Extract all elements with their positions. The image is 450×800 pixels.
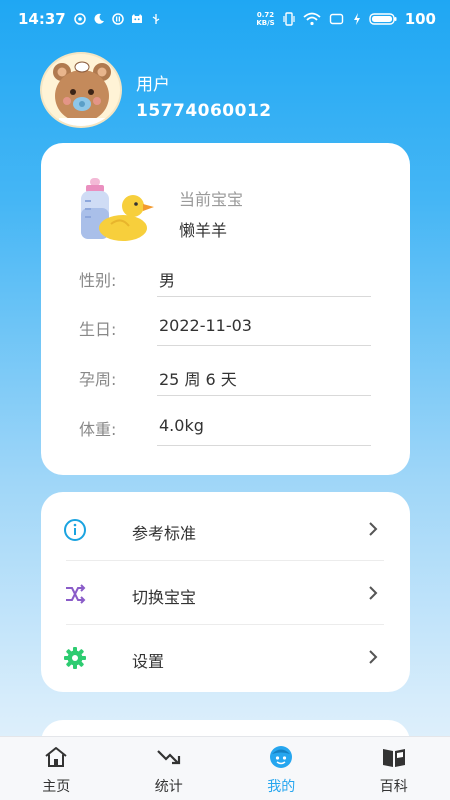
menu-item-settings[interactable]: 设置: [41, 625, 410, 689]
weight-row: 体重: 4.0kg: [79, 416, 375, 446]
info-icon: [64, 519, 86, 541]
menu-item-label: 设置: [132, 652, 165, 671]
usb-icon: [152, 14, 160, 24]
gender-label: 性别:: [79, 271, 117, 290]
book-icon: [382, 749, 405, 767]
gestational-week-row: 孕周: 25 周 6 天: [79, 366, 375, 396]
cat-icon: [131, 14, 142, 23]
tab-home[interactable]: 主页: [0, 737, 113, 800]
chevron-right-icon: [369, 650, 378, 664]
tab-label: 统计: [154, 779, 183, 795]
wifi-icon: [303, 12, 321, 26]
menu-item-label: 切换宝宝: [132, 588, 197, 607]
trend-down-icon: [156, 750, 180, 765]
tab-label: 百科: [379, 779, 408, 795]
baby-info-card: 当前宝宝 懒羊羊 性别: 男 生日: 2022-11-03 孕周: 25 周 6…: [41, 143, 410, 475]
battery-icon: [368, 13, 397, 25]
birthday-row: 生日: 2022-11-03: [79, 316, 375, 346]
vibrate-icon: [283, 12, 295, 26]
menu-item-reference-standard[interactable]: 参考标准: [41, 497, 410, 561]
net-speed-unit: KB/S: [256, 19, 275, 27]
tab-encyclopedia[interactable]: 百科: [338, 737, 450, 800]
gestational-week-label: 孕周:: [79, 370, 117, 389]
user-profile[interactable]: 用户 15774060012: [40, 52, 420, 128]
tab-mine[interactable]: 我的: [225, 737, 338, 800]
baby-bottle-duck-icon: [81, 178, 154, 241]
pause-circle-icon: [112, 13, 124, 25]
moon-icon: [94, 13, 104, 24]
status-time: 14:37: [18, 10, 66, 28]
menu-item-switch-baby[interactable]: 切换宝宝: [41, 561, 410, 625]
birthday-label: 生日:: [79, 320, 117, 339]
avatar[interactable]: [40, 52, 122, 128]
face-icon: [270, 746, 293, 768]
gestational-week-value: 25 周 6 天: [157, 366, 371, 396]
baby-name: 懒羊羊: [179, 221, 228, 240]
net-speed-value: 0.72: [256, 11, 275, 19]
sim-icon: [329, 13, 343, 25]
tab-label: 主页: [42, 779, 71, 795]
charging-icon: [353, 13, 360, 25]
user-phone: 15774060012: [136, 101, 272, 121]
weight-label: 体重:: [79, 420, 117, 439]
user-name: 用户: [136, 75, 170, 95]
current-baby-label: 当前宝宝: [179, 190, 244, 209]
birthday-value: 2022-11-03: [157, 316, 371, 346]
shuffle-icon: [66, 584, 86, 604]
gender-row: 性别: 男: [79, 267, 375, 297]
gear-icon: [64, 647, 86, 669]
gender-value: 男: [157, 267, 371, 297]
chevron-right-icon: [369, 522, 378, 536]
settings-menu-card: 参考标准 切换宝宝 设置: [41, 492, 410, 692]
bear-avatar-icon: [53, 61, 111, 126]
battery-level: 100: [404, 10, 436, 28]
bottom-tab-bar: 主页 统计 我的 百科: [0, 736, 450, 800]
net-speed: 0.72 KB/S: [256, 11, 274, 27]
home-icon: [45, 747, 67, 767]
tab-statistics[interactable]: 统计: [113, 737, 226, 800]
notification-icon: [74, 13, 86, 25]
status-bar: 14:37 0.72 KB/S 100: [0, 0, 450, 38]
tab-label: 我的: [267, 779, 296, 795]
menu-item-label: 参考标准: [132, 524, 197, 543]
weight-value: 4.0kg: [157, 416, 371, 446]
chevron-right-icon: [369, 586, 378, 600]
